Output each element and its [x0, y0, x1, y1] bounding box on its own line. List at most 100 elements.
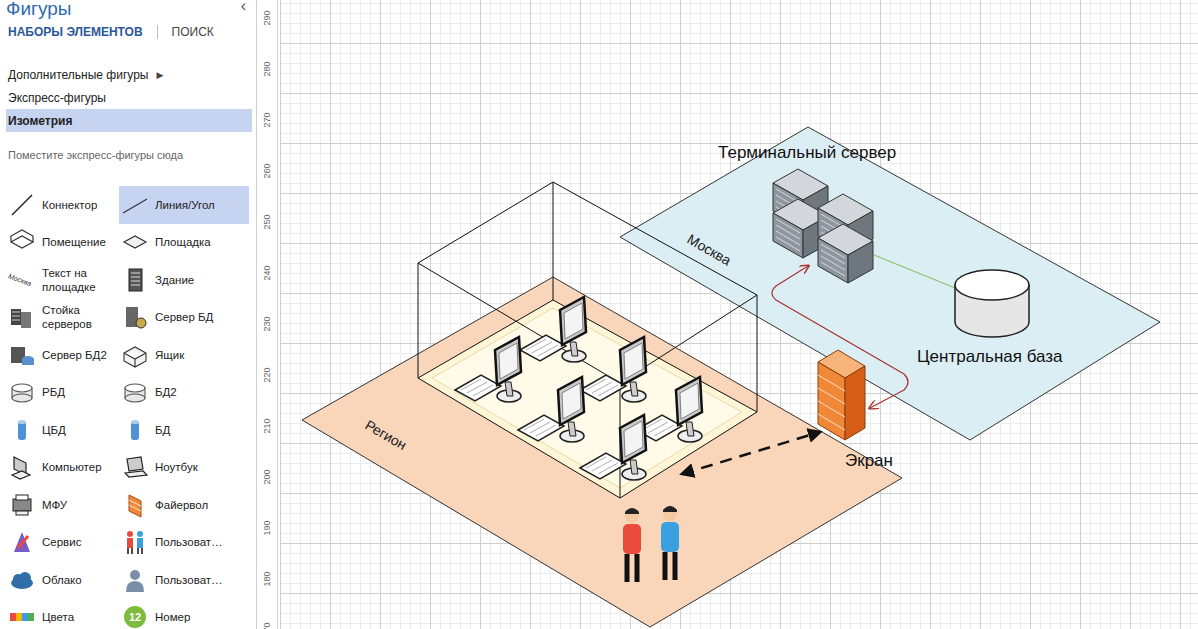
region-label: Регион: [363, 417, 410, 453]
shape-item[interactable]: Файервол: [119, 486, 249, 524]
terminal-connection: [772, 266, 908, 408]
collapse-button[interactable]: ‹: [241, 0, 246, 12]
shape-icon: [8, 528, 36, 556]
shape-item[interactable]: БД2: [119, 374, 249, 412]
shape-item[interactable]: Линия/Угол: [119, 186, 249, 224]
shape-grid: КоннекторЛиния/УголПомещениеПлощадкаМоск…: [6, 186, 252, 629]
shape-item[interactable]: Стойка серверов: [6, 299, 119, 337]
ruler-tick: 230: [257, 299, 277, 350]
ruler-tick: 180: [257, 554, 277, 605]
computer-icon[interactable]: [520, 297, 586, 362]
shape-item[interactable]: Сервер БД2: [6, 336, 119, 374]
ruler-tick: 250: [257, 197, 277, 248]
shape-item[interactable]: Сервис: [6, 524, 119, 562]
shape-icon: [121, 228, 149, 256]
shape-icon: 12: [121, 603, 149, 629]
shape-item[interactable]: Площадка: [119, 224, 249, 262]
submenu-arrow-icon: ▶: [156, 70, 163, 80]
user-icon[interactable]: [661, 506, 679, 580]
firewall-label: Экран: [845, 451, 893, 470]
shape-item[interactable]: БД: [119, 411, 249, 449]
ruler-tick: 270: [257, 95, 277, 146]
user-access-arrow: [682, 432, 820, 474]
vertical-ruler: 290280270260250240230220210200190180170: [256, 0, 278, 629]
server-icon[interactable]: [818, 224, 873, 283]
room-box[interactable]: [418, 182, 757, 498]
shape-item[interactable]: РБД: [6, 374, 119, 412]
ruler-tick: 280: [257, 44, 277, 95]
shape-icon: [121, 303, 149, 331]
panel-tab[interactable]: НАБОРЫ ЭЛЕМЕНТОВ: [8, 23, 143, 41]
quick-shapes-hint: Поместите экспресс-фигуры сюда: [6, 138, 252, 161]
shape-icon: [8, 228, 36, 256]
stencil-list: Дополнительные фигуры▶Экспресс-фигурыИзо…: [6, 63, 252, 132]
ruler-tick: 210: [257, 401, 277, 452]
shape-icon: [8, 491, 36, 519]
ruler-tick: 240: [257, 248, 277, 299]
database-label: Центральная база: [917, 347, 1063, 366]
computer-icon[interactable]: [455, 337, 521, 402]
drawing-canvas[interactable]: Терминальный сервер Москва Центральная баз…: [280, 0, 1198, 629]
shape-item[interactable]: Компьютер: [6, 449, 119, 487]
shape-item[interactable]: МФУ: [6, 486, 119, 524]
shape-item[interactable]: Коннектор: [6, 186, 119, 224]
db-link: [874, 255, 960, 290]
shape-icon: [8, 566, 36, 594]
panel-tabs: НАБОРЫ ЭЛЕМЕНТОВ ПОИСК: [6, 23, 252, 41]
svg-text:Москва: Москва: [8, 272, 32, 287]
shape-icon: [121, 453, 149, 481]
ruler-tick: 290: [257, 0, 277, 44]
shape-icon: [121, 416, 149, 444]
shape-icon: [8, 341, 36, 369]
ruler-tick: 170: [257, 605, 277, 629]
computer-icon[interactable]: [580, 337, 646, 402]
shape-item[interactable]: Ящик: [119, 336, 249, 374]
shape-item[interactable]: 12Номер: [119, 599, 249, 629]
computer-icon[interactable]: [518, 377, 584, 442]
region-platform[interactable]: [302, 277, 902, 627]
computer-icon[interactable]: [580, 415, 646, 480]
shapes-panel: Фигуры ‹ НАБОРЫ ЭЛЕМЕНТОВ ПОИСК Дополнительн…: [0, 0, 252, 629]
shape-icon: [121, 378, 149, 406]
database-icon[interactable]: [955, 270, 1029, 337]
moscow-platform[interactable]: [620, 127, 1160, 440]
tab-divider: [157, 25, 158, 39]
svg-text:12: 12: [129, 611, 141, 623]
user-icon[interactable]: [623, 508, 641, 582]
shape-item[interactable]: Ноутбук: [119, 449, 249, 487]
ruler-tick: 220: [257, 350, 277, 401]
shape-item[interactable]: Пользоват…: [119, 524, 249, 562]
shape-item[interactable]: Помещение: [6, 224, 119, 262]
shape-item[interactable]: Здание: [119, 261, 249, 299]
shape-item[interactable]: Пользоват…: [119, 561, 249, 599]
shape-icon: [8, 453, 36, 481]
shape-icon: [8, 603, 36, 629]
shape-icon: [8, 303, 36, 331]
panel-title: Фигуры: [6, 0, 72, 17]
panel-header: Фигуры ‹: [6, 0, 252, 17]
shape-item[interactable]: ЦБД: [6, 411, 119, 449]
shape-item[interactable]: МоскваТекст на площадке: [6, 261, 119, 299]
shape-icon: [121, 491, 149, 519]
moscow-label: Москва: [685, 231, 735, 269]
stencil-item[interactable]: Экспресс-фигуры: [6, 86, 252, 109]
diagram: Терминальный сервер Москва Центральная баз…: [280, 0, 1198, 629]
server-label: Терминальный сервер: [718, 143, 896, 162]
shape-icon: Москва: [8, 266, 36, 294]
shape-icon: [8, 378, 36, 406]
shape-icon: [8, 416, 36, 444]
shape-item[interactable]: Облако: [6, 561, 119, 599]
stencil-item[interactable]: Изометрия: [6, 109, 252, 132]
shape-item[interactable]: Цвета: [6, 599, 119, 629]
shape-icon: [121, 266, 149, 294]
visio-window: Фигуры ‹ НАБОРЫ ЭЛЕМЕНТОВ ПОИСК Дополнительн…: [0, 0, 1198, 629]
panel-tab[interactable]: ПОИСК: [172, 23, 214, 41]
shape-icon: [8, 191, 36, 219]
firewall-icon[interactable]: [818, 350, 865, 440]
shape-icon: [121, 191, 149, 219]
stencil-item[interactable]: Дополнительные фигуры▶: [6, 63, 252, 86]
shape-item[interactable]: Сервер БД: [119, 299, 249, 337]
ruler-tick: 260: [257, 146, 277, 197]
shape-icon: [121, 341, 149, 369]
ruler-tick: 200: [257, 452, 277, 503]
